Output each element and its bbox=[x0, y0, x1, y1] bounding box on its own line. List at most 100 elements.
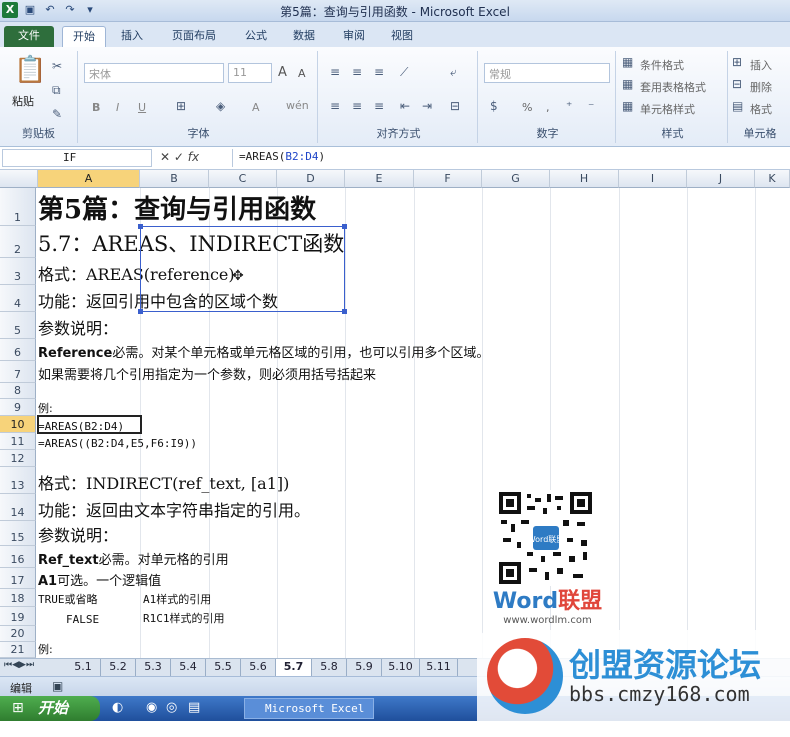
percent-button[interactable]: % bbox=[522, 101, 532, 114]
format-painter-icon[interactable]: ✎ bbox=[52, 107, 62, 121]
row-header-8[interactable]: 8 bbox=[0, 383, 36, 399]
enter-icon[interactable]: ✓ bbox=[174, 150, 184, 164]
cell-a19[interactable]: FALSE bbox=[66, 608, 99, 626]
tab-page-layout[interactable]: 页面布局 bbox=[163, 26, 225, 47]
row-header-19[interactable]: 19 bbox=[0, 607, 36, 626]
align-top-icon[interactable]: ≡ bbox=[330, 65, 340, 79]
row-header-10[interactable]: 10 bbox=[0, 416, 36, 433]
cell-a14[interactable]: 功能：返回由文本字符串指定的引用。 bbox=[38, 496, 310, 521]
insert-button[interactable]: 插入 bbox=[750, 57, 772, 73]
wrap-text-icon[interactable]: ⤶ bbox=[450, 65, 457, 80]
cell-a17[interactable]: A1 可选。一个逻辑值 bbox=[38, 569, 161, 589]
format-table-button[interactable]: 套用表格格式 bbox=[640, 79, 706, 95]
cell-styles-icon[interactable]: ▦ bbox=[622, 99, 633, 113]
align-left-icon[interactable]: ≡ bbox=[330, 99, 340, 113]
fill-color-icon[interactable]: ◈ bbox=[216, 99, 225, 113]
formula-input[interactable]: =AREAS(B2:D4) bbox=[232, 149, 787, 167]
cell-a21[interactable]: 例: bbox=[38, 642, 53, 657]
sheet-tab[interactable]: 5.3 bbox=[136, 659, 171, 676]
increase-indent-icon[interactable]: ⇥ bbox=[422, 99, 432, 113]
resize-handle[interactable] bbox=[342, 224, 347, 229]
comma-button[interactable]: , bbox=[546, 101, 550, 114]
phonetic-button[interactable]: wén bbox=[286, 99, 309, 112]
underline-button[interactable]: U bbox=[138, 101, 146, 114]
cell-a18[interactable]: TRUE或省略 bbox=[38, 590, 98, 607]
orientation-icon[interactable]: ⟋ bbox=[400, 65, 408, 80]
row-header-11[interactable]: 11 bbox=[0, 433, 36, 450]
sheet-tab[interactable]: 5.4 bbox=[171, 659, 206, 676]
row-header-15[interactable]: 15 bbox=[0, 521, 36, 546]
resize-handle[interactable] bbox=[138, 224, 143, 229]
cut-icon[interactable]: ✂ bbox=[52, 59, 62, 73]
delete-button[interactable]: 删除 bbox=[750, 79, 772, 95]
row-header-16[interactable]: 16 bbox=[0, 546, 36, 568]
row-header-13[interactable]: 13 bbox=[0, 467, 36, 494]
decrease-decimal-icon[interactable]: ⁻ bbox=[588, 99, 594, 113]
sheet-tab[interactable]: 5.10 bbox=[382, 659, 420, 676]
bold-button[interactable]: B bbox=[92, 101, 100, 114]
row-header-17[interactable]: 17 bbox=[0, 568, 36, 589]
cell-b18[interactable]: A1样式的引用 bbox=[143, 590, 211, 607]
conditional-format-icon[interactable]: ▦ bbox=[622, 55, 633, 69]
column-header-f[interactable]: F bbox=[414, 170, 482, 188]
tab-data[interactable]: 数据 bbox=[284, 26, 324, 47]
column-header-h[interactable]: H bbox=[550, 170, 619, 188]
sheet-tab[interactable]: 5.9 bbox=[347, 659, 382, 676]
font-color-button[interactable]: A bbox=[252, 101, 260, 114]
resize-handle[interactable] bbox=[342, 309, 347, 314]
cell-styles-button[interactable]: 单元格样式 bbox=[640, 101, 695, 117]
tab-insert[interactable]: 插入 bbox=[112, 26, 152, 47]
row-header-4[interactable]: 4 bbox=[0, 285, 36, 312]
delete-icon[interactable]: ⊟ bbox=[732, 77, 742, 91]
sheet-tab[interactable]: 5.5 bbox=[206, 659, 241, 676]
row-header-6[interactable]: 6 bbox=[0, 339, 36, 361]
spreadsheet-grid[interactable]: A B C D E F G H I J K 1 2 3 4 5 6 7 8 9 … bbox=[0, 170, 790, 658]
italic-button[interactable]: I bbox=[116, 101, 119, 114]
column-header-g[interactable]: G bbox=[482, 170, 550, 188]
column-header-d[interactable]: D bbox=[277, 170, 345, 188]
column-header-c[interactable]: C bbox=[209, 170, 277, 188]
row-header-20[interactable]: 20 bbox=[0, 626, 36, 642]
quick-launch-icon[interactable]: ◉ bbox=[146, 700, 157, 715]
row-header-5[interactable]: 5 bbox=[0, 312, 36, 339]
font-name-box[interactable]: 宋体 bbox=[84, 63, 224, 83]
column-header-i[interactable]: I bbox=[619, 170, 687, 188]
format-icon[interactable]: ▤ bbox=[732, 99, 743, 113]
cancel-icon[interactable]: ✕ bbox=[160, 150, 170, 164]
cell-a7[interactable]: 如果需要将几个引用指定为一个参数，则必须用括号括起来 bbox=[38, 362, 376, 383]
cell-a1[interactable]: 第5篇：查询与引用函数 bbox=[38, 192, 316, 226]
cell-a6[interactable]: Reference 必需。对某个单元格或单元格区域的引用，也可以引用多个区域。 bbox=[38, 340, 489, 361]
tab-review[interactable]: 审阅 bbox=[334, 26, 374, 47]
row-header-2[interactable]: 2 bbox=[0, 226, 36, 258]
column-header-j[interactable]: J bbox=[687, 170, 755, 188]
decrease-indent-icon[interactable]: ⇤ bbox=[400, 99, 410, 113]
sheet-tab[interactable]: 5.11 bbox=[420, 659, 458, 676]
resize-handle[interactable] bbox=[138, 309, 143, 314]
sheet-tab[interactable]: 5.1 bbox=[66, 659, 101, 676]
column-header-k[interactable]: K bbox=[755, 170, 790, 188]
row-header-21[interactable]: 21 bbox=[0, 642, 36, 658]
row-header-7[interactable]: 7 bbox=[0, 361, 36, 383]
column-header-e[interactable]: E bbox=[345, 170, 414, 188]
name-box[interactable]: IF bbox=[2, 149, 152, 167]
increase-decimal-icon[interactable]: ⁺ bbox=[566, 99, 572, 113]
accounting-icon[interactable]: $ bbox=[490, 99, 498, 113]
shrink-font-button[interactable]: A bbox=[298, 67, 306, 80]
cell-b19[interactable]: R1C1样式的引用 bbox=[143, 608, 225, 626]
align-right-icon[interactable]: ≡ bbox=[374, 99, 384, 113]
tab-formulas[interactable]: 公式 bbox=[236, 26, 276, 47]
tab-home[interactable]: 开始 bbox=[62, 26, 106, 47]
sheet-tab[interactable]: 5.2 bbox=[101, 659, 136, 676]
column-header-b[interactable]: B bbox=[140, 170, 209, 188]
number-format-box[interactable]: 常规 bbox=[484, 63, 610, 83]
align-middle-icon[interactable]: ≡ bbox=[352, 65, 362, 79]
paste-icon[interactable]: 📋 bbox=[14, 55, 46, 85]
row-header-3[interactable]: 3 bbox=[0, 258, 36, 285]
row-header-18[interactable]: 18 bbox=[0, 589, 36, 607]
row-header-1[interactable]: 1 bbox=[0, 188, 36, 226]
tab-view[interactable]: 视图 bbox=[382, 26, 422, 47]
merge-cells-icon[interactable]: ⊟ bbox=[450, 99, 460, 113]
paste-button[interactable]: 粘贴 bbox=[12, 93, 34, 109]
tab-file[interactable]: 文件 bbox=[4, 26, 54, 47]
insert-icon[interactable]: ⊞ bbox=[732, 55, 742, 69]
